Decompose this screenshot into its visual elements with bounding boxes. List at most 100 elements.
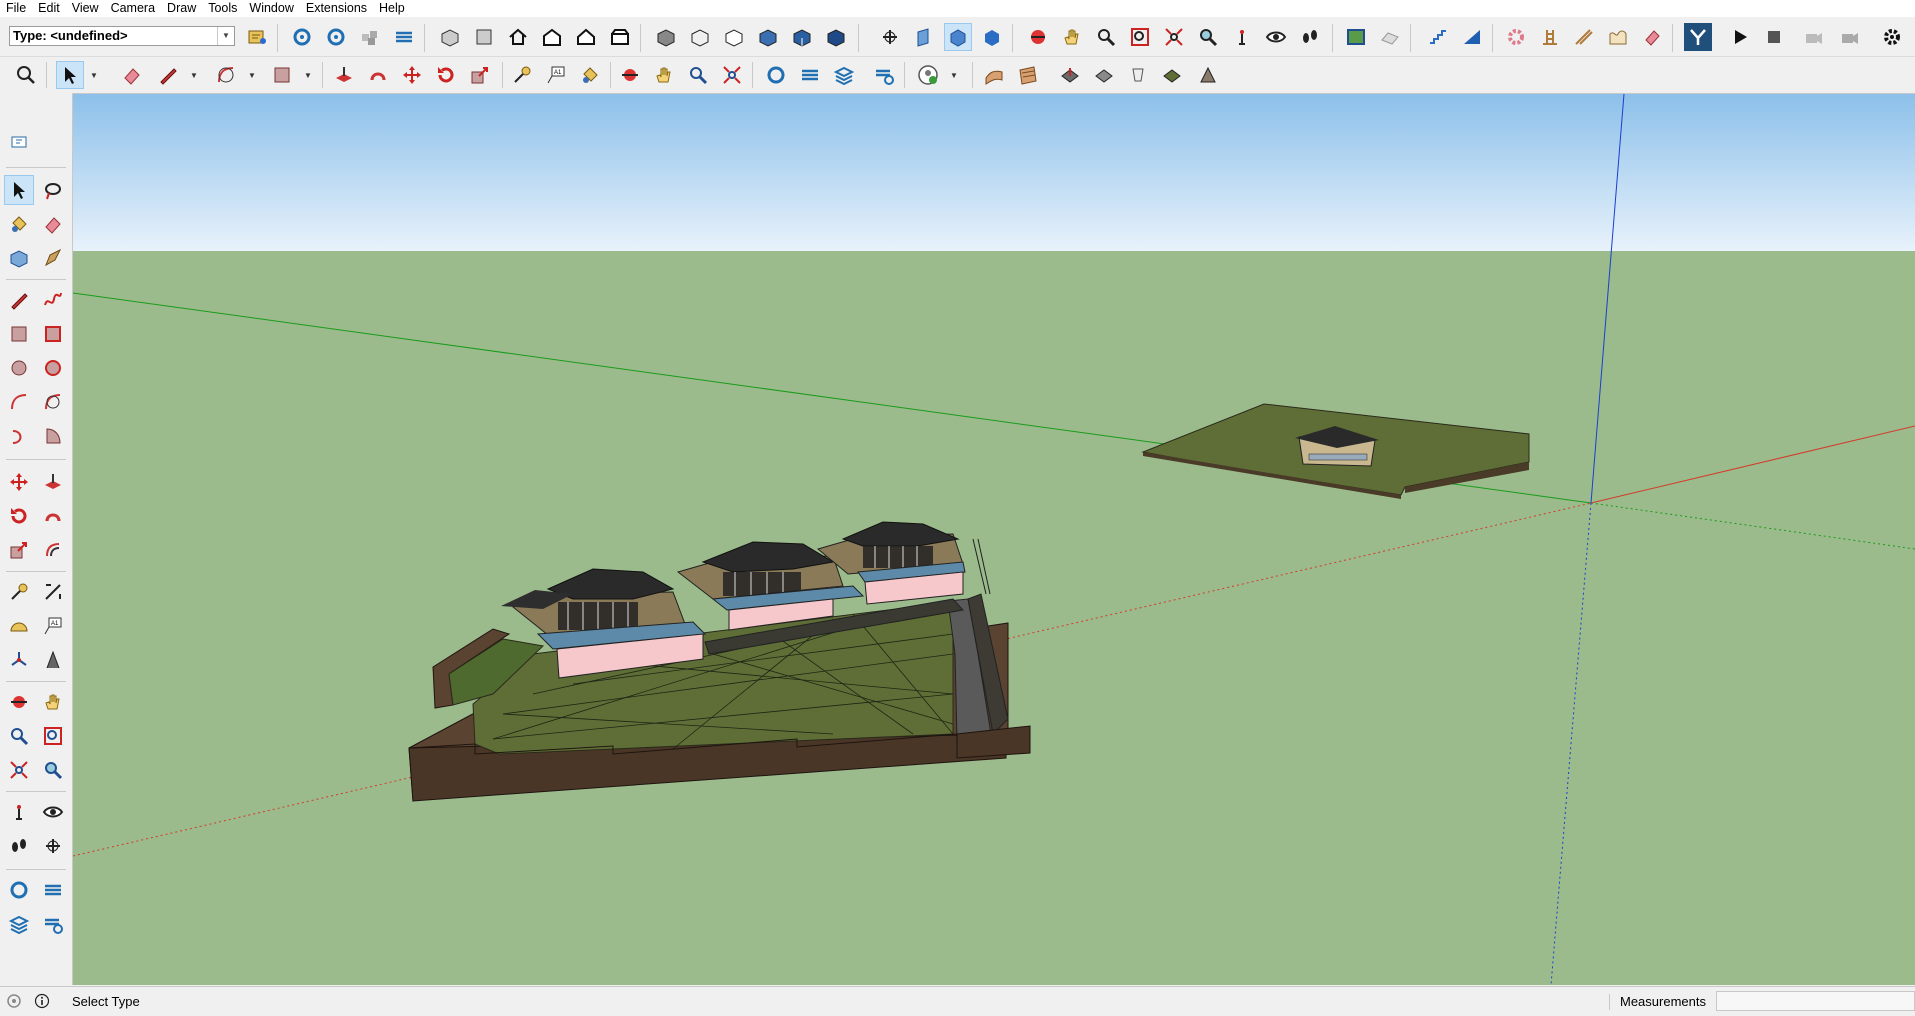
geolocation-icon[interactable] <box>6 993 22 1009</box>
toggle-terrain-icon[interactable] <box>1376 23 1404 51</box>
wireframe-style-icon[interactable] <box>686 23 714 51</box>
top-view-icon[interactable] <box>470 23 498 51</box>
offset-icon[interactable] <box>38 535 68 565</box>
xray-style-icon[interactable] <box>652 23 680 51</box>
orbit-icon[interactable] <box>616 61 644 89</box>
hidden-line-style-icon[interactable] <box>720 23 748 51</box>
menu-extensions[interactable]: Extensions <box>300 0 373 17</box>
walk-footprints-icon[interactable] <box>4 831 34 861</box>
paint-bucket-icon[interactable] <box>576 61 604 89</box>
chevron-down-icon[interactable]: ▼ <box>88 61 100 89</box>
extension-manager-icon[interactable] <box>38 909 68 939</box>
extension-warehouse-icon[interactable] <box>796 61 824 89</box>
layout-icon[interactable] <box>4 909 34 939</box>
push-pull-icon[interactable] <box>330 61 358 89</box>
3d-text-icon[interactable] <box>38 645 68 675</box>
zoom-icon[interactable] <box>1092 23 1120 51</box>
right-view-icon[interactable] <box>538 23 566 51</box>
zoom-extents-icon[interactable] <box>1160 23 1188 51</box>
eraser-tool-icon[interactable] <box>1638 23 1666 51</box>
lasso-select-icon[interactable] <box>38 175 68 205</box>
scale-icon[interactable] <box>466 61 494 89</box>
protractor-icon[interactable] <box>4 611 34 641</box>
play-icon[interactable] <box>1726 23 1754 51</box>
zoom-icon[interactable] <box>4 721 34 751</box>
pan-hand-icon[interactable] <box>650 61 678 89</box>
search-icon[interactable] <box>12 61 40 89</box>
orbit-icon[interactable] <box>1024 23 1052 51</box>
chevron-down-icon[interactable]: ▼ <box>302 61 314 89</box>
menu-draw[interactable]: Draw <box>161 0 202 17</box>
components-icon[interactable] <box>356 23 384 51</box>
stamp-icon[interactable] <box>1090 61 1118 89</box>
gear-settings-icon[interactable] <box>288 23 316 51</box>
follow-me-icon[interactable] <box>38 501 68 531</box>
smoove-icon[interactable] <box>1056 61 1084 89</box>
gear-settings-icon[interactable] <box>322 23 350 51</box>
chevron-down-icon[interactable]: ▼ <box>948 61 960 89</box>
info-icon[interactable] <box>34 993 50 1009</box>
freehand-icon[interactable] <box>38 285 68 315</box>
chevron-down-icon[interactable]: ▼ <box>188 61 200 89</box>
extension-manager-icon[interactable] <box>870 61 898 89</box>
menu-edit[interactable]: Edit <box>32 0 66 17</box>
type-combo[interactable]: Type: <undefined> ▼ <box>9 26 235 46</box>
type-classifier-icon[interactable] <box>243 23 271 51</box>
zoom-extents-icon[interactable] <box>718 61 746 89</box>
pie-icon[interactable] <box>38 421 68 451</box>
layout-icon[interactable] <box>830 61 858 89</box>
polygon-icon[interactable] <box>38 353 68 383</box>
extension-logo-icon[interactable] <box>1684 23 1712 51</box>
shaded-style-icon[interactable] <box>754 23 782 51</box>
instructor-icon[interactable] <box>4 127 34 157</box>
pencil-line-icon[interactable] <box>154 61 182 89</box>
arc-icon[interactable] <box>4 387 34 417</box>
zoom-window-icon[interactable] <box>38 721 68 751</box>
chevron-down-icon[interactable]: ▼ <box>246 61 258 89</box>
position-camera-icon[interactable] <box>1228 23 1256 51</box>
stop-icon[interactable] <box>1760 23 1788 51</box>
profile-tool-icon[interactable] <box>1604 23 1632 51</box>
zoom-extents-icon[interactable] <box>4 755 34 785</box>
layers-icon[interactable] <box>390 23 418 51</box>
gear-icon[interactable] <box>1878 23 1906 51</box>
menu-file[interactable]: File <box>0 0 32 17</box>
walk-footprints-icon[interactable] <box>1296 23 1324 51</box>
extension-warehouse-icon[interactable] <box>38 875 68 905</box>
orbit-icon[interactable] <box>4 687 34 717</box>
rotate-icon[interactable] <box>432 61 460 89</box>
flip-edge-icon[interactable] <box>1194 61 1222 89</box>
scene-add-icon[interactable] <box>1800 23 1828 51</box>
display-section-cuts-icon[interactable] <box>944 23 972 51</box>
sandbox-contours-icon[interactable] <box>980 61 1008 89</box>
tag-tool-icon[interactable] <box>38 243 68 273</box>
menu-view[interactable]: View <box>66 0 105 17</box>
tape-measure-icon[interactable] <box>4 577 34 607</box>
zoom-icon[interactable] <box>684 61 712 89</box>
iso-view-icon[interactable] <box>436 23 464 51</box>
move-icon[interactable] <box>398 61 426 89</box>
pan-hand-icon[interactable] <box>1058 23 1086 51</box>
rectangle-icon[interactable] <box>268 61 296 89</box>
sandbox-scratch-icon[interactable] <box>1014 61 1042 89</box>
model-viewport[interactable] <box>73 94 1915 985</box>
paint-bucket-icon[interactable] <box>4 209 34 239</box>
line-tool-icon[interactable] <box>4 285 34 315</box>
ramp-tool-icon[interactable] <box>1570 23 1598 51</box>
drape-icon[interactable] <box>1124 61 1152 89</box>
text-label-icon[interactable]: A1 <box>542 61 570 89</box>
display-section-planes-icon[interactable] <box>910 23 938 51</box>
add-detail-icon[interactable] <box>1158 61 1186 89</box>
select-arrow-icon[interactable] <box>4 175 34 205</box>
menu-window[interactable]: Window <box>243 0 299 17</box>
left-view-icon[interactable] <box>606 23 634 51</box>
select-arrow-icon[interactable] <box>56 61 84 89</box>
zoom-window-icon[interactable] <box>1126 23 1154 51</box>
menu-help[interactable]: Help <box>373 0 411 17</box>
eraser-icon[interactable] <box>118 61 146 89</box>
section-fill-icon[interactable] <box>978 23 1006 51</box>
warehouse-icon[interactable] <box>762 61 790 89</box>
move-icon[interactable] <box>4 467 34 497</box>
add-location-icon[interactable] <box>1342 23 1370 51</box>
text-label-icon[interactable]: A1 <box>38 611 68 641</box>
